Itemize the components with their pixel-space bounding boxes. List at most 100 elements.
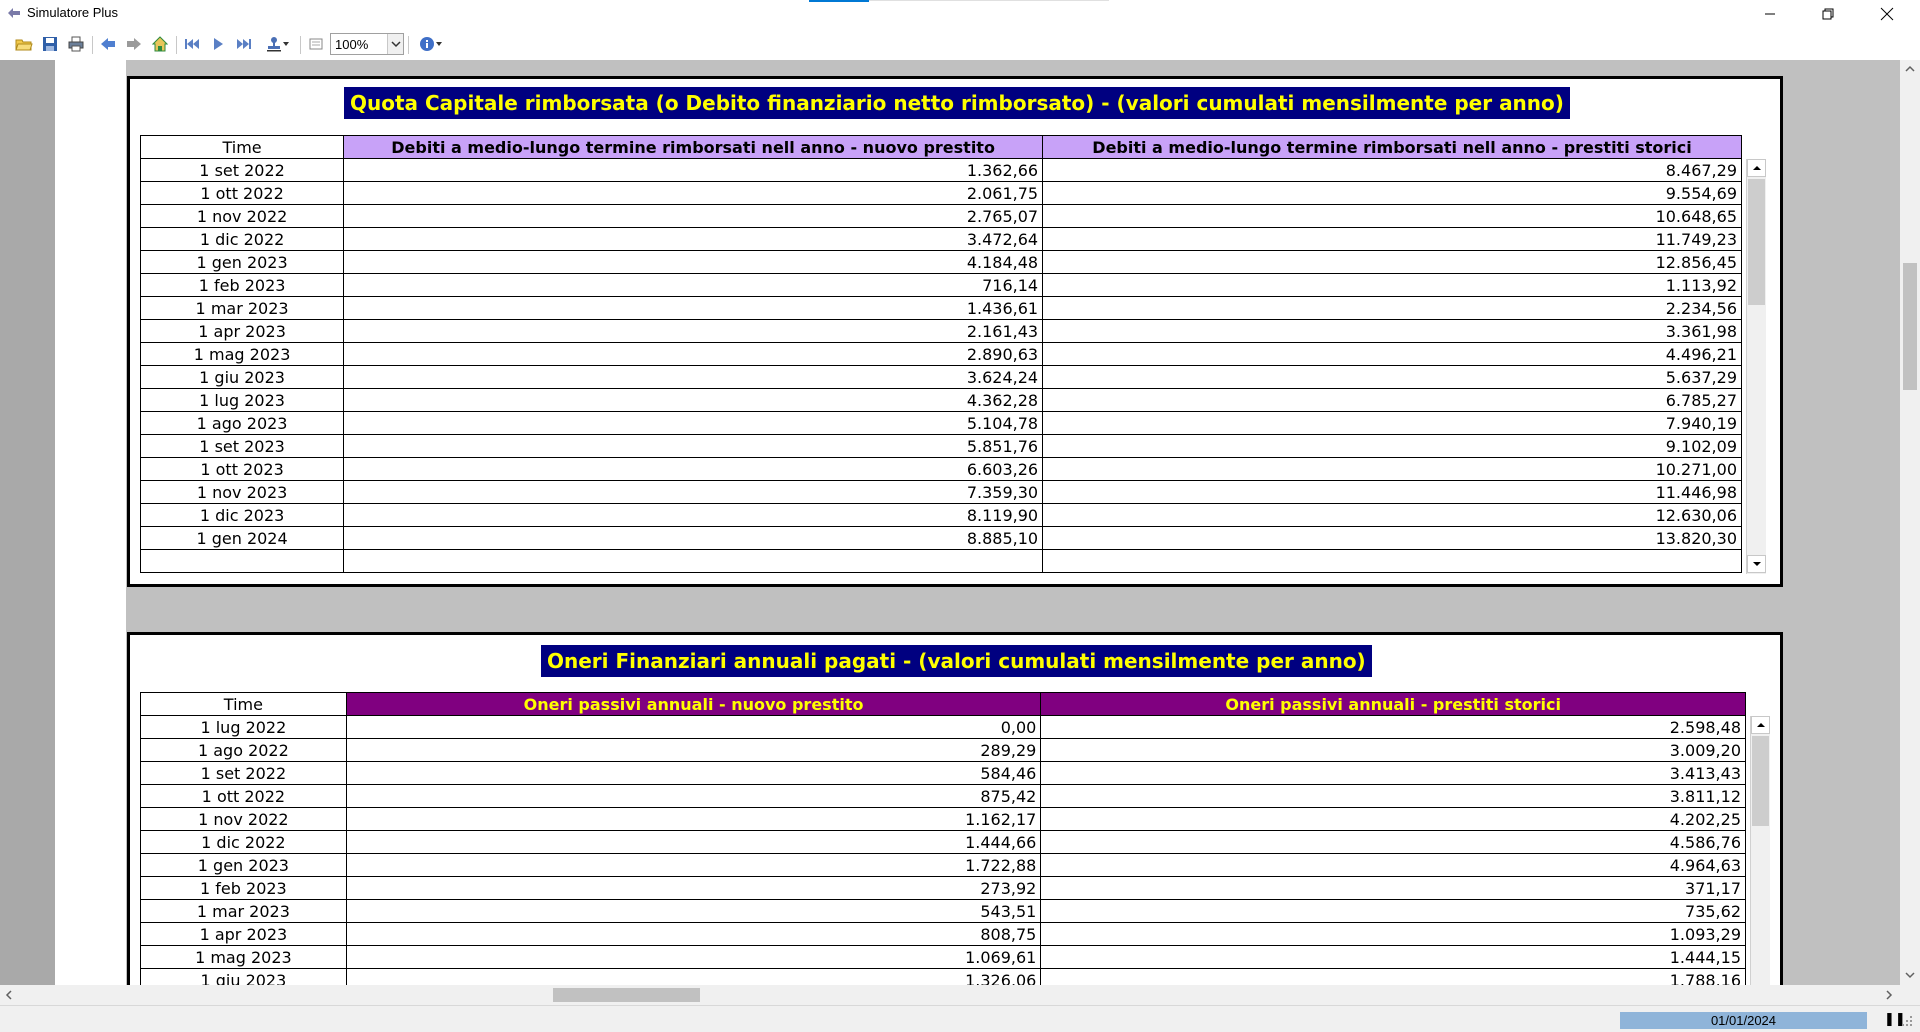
scrollbar-thumb[interactable] bbox=[1748, 179, 1765, 305]
cell-time: 1 lug 2023 bbox=[139, 388, 345, 412]
close-icon bbox=[1880, 7, 1894, 21]
cell-new-loan: 584,46 bbox=[345, 761, 1042, 785]
cell-new-loan: 1.162,17 bbox=[345, 807, 1042, 831]
toolbar-separator bbox=[300, 36, 301, 54]
table-row: 1 feb 2023 273,92 371,17 bbox=[140, 876, 1746, 900]
title-bar: Simulatore Plus bbox=[0, 0, 1920, 28]
first-page-button[interactable] bbox=[182, 34, 202, 54]
cell-time: 1 giu 2023 bbox=[139, 365, 345, 389]
cell-time bbox=[139, 549, 345, 573]
table-row: 1 set 2022 1.362,66 8.467,29 bbox=[139, 158, 1742, 182]
chevron-up-icon bbox=[1905, 65, 1915, 72]
cell-historic-loans: 7.940,19 bbox=[1042, 411, 1742, 435]
table-row: 1 dic 2023 8.119,90 12.630,06 bbox=[139, 503, 1742, 527]
vertical-scrollbar-thumb[interactable] bbox=[1903, 263, 1917, 390]
page-icon bbox=[309, 38, 323, 50]
open-button[interactable] bbox=[14, 34, 34, 54]
report-capital-repaid: Quota Capitale rimborsata (o Debito fina… bbox=[127, 76, 1783, 587]
info-dropdown-button[interactable] bbox=[414, 34, 448, 54]
cell-new-loan: 3.624,24 bbox=[343, 365, 1044, 389]
zoom-dropdown-arrow[interactable] bbox=[387, 34, 403, 54]
minimize-button[interactable] bbox=[1747, 0, 1793, 28]
chevron-down-icon bbox=[436, 42, 442, 46]
report-title: Oneri Finanziari annuali pagati - (valor… bbox=[541, 645, 1372, 677]
resize-grip-icon[interactable] bbox=[1900, 1014, 1914, 1028]
status-bar: 01/01/2024 ❚❚ bbox=[0, 1005, 1920, 1032]
scroll-down-button[interactable] bbox=[1747, 555, 1766, 573]
table-header-row: Time Oneri passivi annuali - nuovo prest… bbox=[140, 692, 1746, 716]
cell-new-loan: 0,00 bbox=[345, 715, 1042, 739]
window-title: Simulatore Plus bbox=[27, 5, 119, 20]
home-button[interactable] bbox=[150, 34, 170, 54]
cell-historic-loans: 12.630,06 bbox=[1042, 503, 1742, 527]
report-financial-charges: Oneri Finanziari annuali pagati - (valor… bbox=[127, 632, 1783, 985]
cell-time: 1 nov 2022 bbox=[139, 204, 345, 228]
horizontal-scrollbar[interactable] bbox=[0, 985, 1900, 1005]
stamp-icon bbox=[267, 37, 281, 52]
scroll-up-button[interactable] bbox=[1747, 159, 1766, 177]
table-row: 1 lug 2022 0,00 2.598,48 bbox=[140, 715, 1746, 739]
table-row: 1 ago 2022 289,29 3.009,20 bbox=[140, 738, 1746, 762]
back-button[interactable] bbox=[98, 34, 118, 54]
vertical-scrollbar[interactable] bbox=[1900, 60, 1920, 985]
cell-new-loan: 2.061,75 bbox=[343, 181, 1044, 205]
save-button[interactable] bbox=[40, 34, 60, 54]
cell-new-loan: 2.765,07 bbox=[343, 204, 1044, 228]
play-button[interactable] bbox=[208, 34, 228, 54]
column-header-new-loan: Debiti a medio-lungo termine rimborsati … bbox=[343, 135, 1044, 159]
table-scrollbar[interactable] bbox=[1746, 159, 1766, 574]
cell-time: 1 ott 2023 bbox=[139, 457, 345, 481]
cell-new-loan: 716,14 bbox=[343, 273, 1044, 297]
stamp-dropdown-button[interactable] bbox=[260, 34, 296, 54]
report-viewport: Quota Capitale rimborsata (o Debito fina… bbox=[0, 60, 1900, 985]
cell-time: 1 set 2022 bbox=[139, 158, 345, 182]
print-icon bbox=[68, 36, 84, 52]
table-row: 1 giu 2023 1.326,06 1.788,16 bbox=[140, 968, 1746, 985]
cell-new-loan: 1.326,06 bbox=[345, 968, 1042, 985]
table-row: 1 mag 2023 1.069,61 1.444,15 bbox=[140, 945, 1746, 969]
column-header-time: Time bbox=[140, 692, 347, 716]
cell-time: 1 mar 2023 bbox=[139, 296, 345, 320]
print-button[interactable] bbox=[66, 34, 86, 54]
last-page-button[interactable] bbox=[234, 34, 254, 54]
table-row: 1 ott 2022 875,42 3.811,12 bbox=[140, 784, 1746, 808]
table-scrollbar[interactable] bbox=[1750, 716, 1770, 985]
cell-new-loan: 289,29 bbox=[345, 738, 1042, 762]
cell-new-loan: 2.161,43 bbox=[343, 319, 1044, 343]
arrow-left-icon bbox=[101, 38, 115, 50]
page-view-button[interactable] bbox=[306, 34, 326, 54]
chevron-up-icon bbox=[1752, 166, 1761, 170]
close-button[interactable] bbox=[1864, 0, 1910, 28]
last-page-icon bbox=[237, 39, 251, 49]
zoom-select[interactable]: 100% bbox=[330, 33, 404, 55]
table-row: 1 ott 2022 2.061,75 9.554,69 bbox=[139, 181, 1742, 205]
column-header-historic-loans: Debiti a medio-lungo termine rimborsati … bbox=[1042, 135, 1742, 159]
forward-button[interactable] bbox=[124, 34, 144, 54]
cell-historic-loans: 11.446,98 bbox=[1042, 480, 1742, 504]
scrollbar-thumb[interactable] bbox=[1752, 736, 1769, 826]
minimize-icon bbox=[1765, 13, 1775, 15]
cell-time: 1 lug 2022 bbox=[140, 715, 347, 739]
cell-new-loan: 875,42 bbox=[345, 784, 1042, 808]
table-header-row: Time Debiti a medio-lungo termine rimbor… bbox=[139, 135, 1742, 159]
column-header-time: Time bbox=[139, 135, 345, 159]
horizontal-scrollbar-thumb[interactable] bbox=[553, 988, 700, 1002]
restore-button[interactable] bbox=[1805, 0, 1851, 28]
cell-historic-loans: 10.648,65 bbox=[1042, 204, 1742, 228]
cell-historic-loans: 13.820,30 bbox=[1042, 526, 1742, 550]
table-row: 1 giu 2023 3.624,24 5.637,29 bbox=[139, 365, 1742, 389]
cell-time: 1 dic 2023 bbox=[139, 503, 345, 527]
cell-time: 1 gen 2023 bbox=[139, 250, 345, 274]
cell-historic-loans: 6.785,27 bbox=[1042, 388, 1742, 412]
cell-historic-loans: 9.102,09 bbox=[1042, 434, 1742, 458]
table-row: 1 gen 2023 1.722,88 4.964,63 bbox=[140, 853, 1746, 877]
cell-historic-loans: 5.637,29 bbox=[1042, 365, 1742, 389]
table-row: 1 mar 2023 1.436,61 2.234,56 bbox=[139, 296, 1742, 320]
cell-historic-loans: 9.554,69 bbox=[1042, 181, 1742, 205]
scroll-up-button[interactable] bbox=[1751, 716, 1770, 734]
cell-new-loan: 1.069,61 bbox=[345, 945, 1042, 969]
cell-new-loan: 8.119,90 bbox=[343, 503, 1044, 527]
cell-new-loan: 3.472,64 bbox=[343, 227, 1044, 251]
cell-new-loan: 1.722,88 bbox=[345, 853, 1042, 877]
scrollbar-corner bbox=[1900, 985, 1920, 1005]
